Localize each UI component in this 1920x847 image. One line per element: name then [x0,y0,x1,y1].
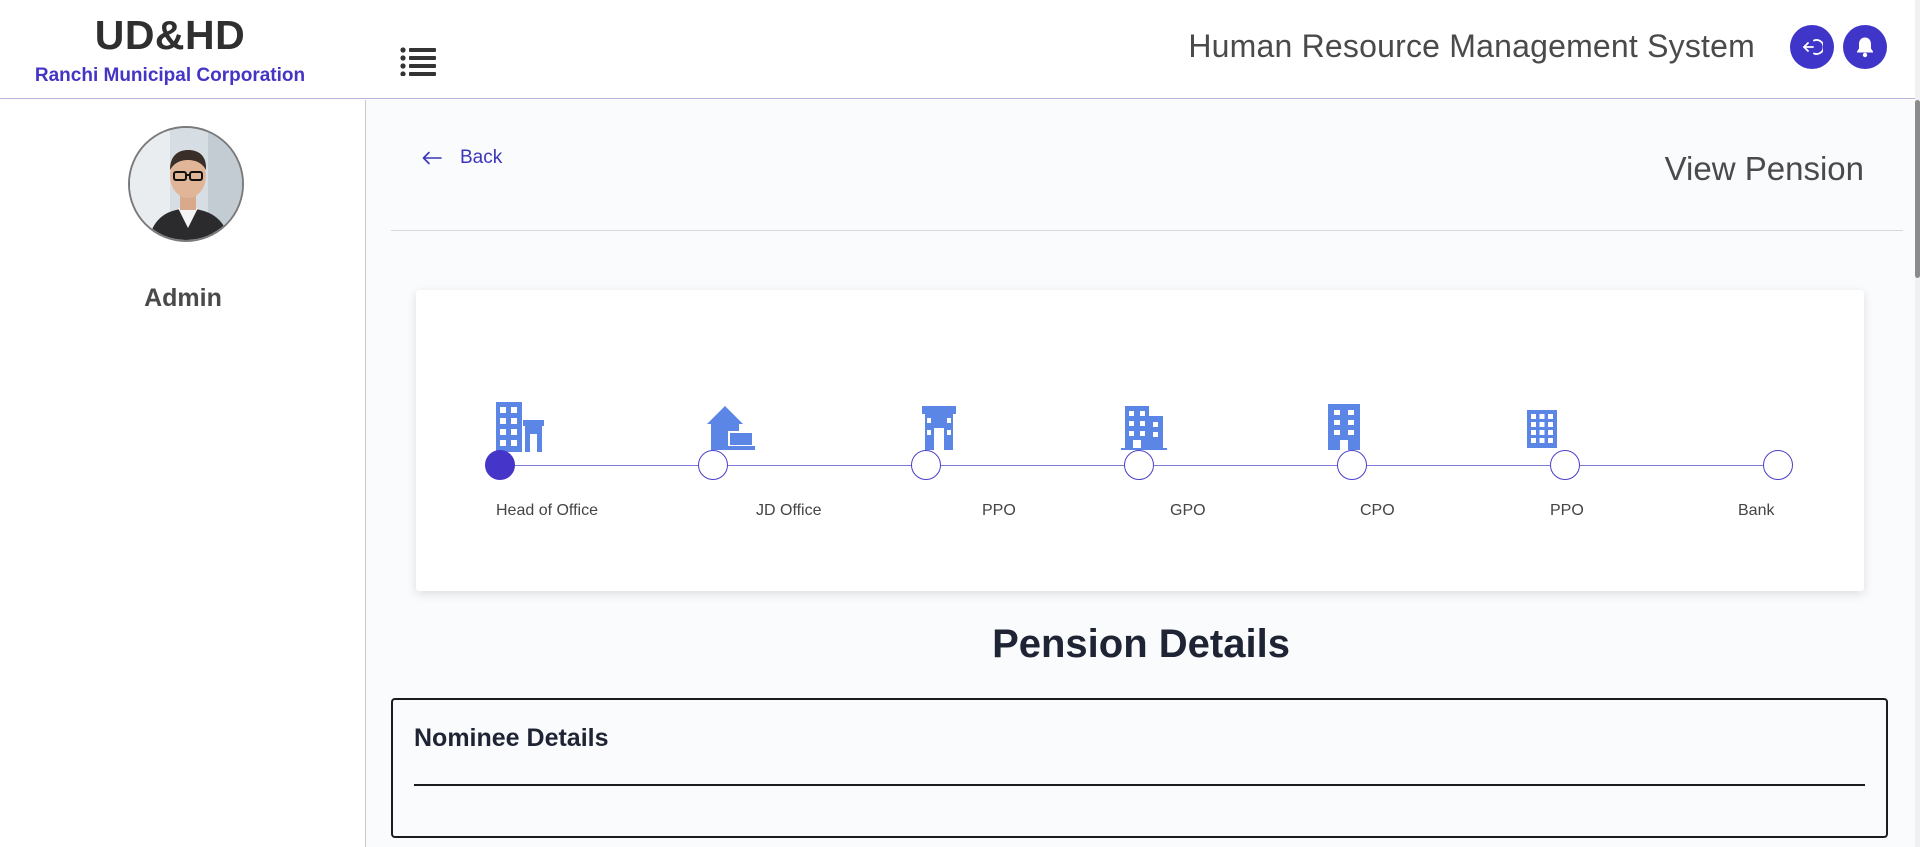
page-title: View Pension [1664,150,1864,187]
nominee-divider [414,784,1865,786]
bell-icon [1857,37,1873,58]
top-header: UD&HD Ranchi Municipal Corporation Human… [0,0,1915,99]
back-label: Back [460,147,503,168]
avatar-photo [130,128,242,240]
brand-subtitle: Ranchi Municipal Corporation [34,65,306,86]
tall-building-icon [1328,404,1360,450]
office-building-icon [496,402,544,452]
step-label-cpo: CPO [1360,502,1395,519]
step-label-head-of-office: Head of Office [496,502,598,519]
menu-toggle-button[interactable] [400,46,436,77]
brand: UD&HD Ranchi Municipal Corporation [0,12,340,87]
pension-status-stepper: Head of Office JD Office PPO GPO CPO PPO… [416,290,1864,591]
step-dot-ppo-2[interactable] [1550,450,1580,480]
main-content: Back View Pension Head of Office JD Offi… [367,100,1915,847]
step-dot-bank[interactable] [1763,450,1793,480]
list-icon [400,47,436,77]
step-label-gpo: GPO [1170,502,1206,519]
home-work-icon [707,406,755,450]
logout-icon [1803,39,1823,55]
app-title: Human Resource Management System [1188,28,1755,64]
step-dot-jd-office[interactable] [698,450,728,480]
notification-button[interactable] [1843,25,1887,69]
step-label-bank: Bank [1738,502,1775,519]
page-scrollbar[interactable] [1915,0,1920,847]
brand-title: UD&HD [94,12,246,58]
divider [391,230,1903,231]
user-name: Admin [144,284,222,312]
step-dot-cpo[interactable] [1337,450,1367,480]
logout-button[interactable] [1790,25,1834,69]
pension-details-heading: Pension Details [992,622,1290,666]
step-dot-head-of-office[interactable] [485,450,515,480]
nominee-details-title: Nominee Details [414,724,609,752]
step-label-jd-office: JD Office [756,502,822,519]
step-dot-ppo[interactable] [911,450,941,480]
step-label-ppo: PPO [982,502,1016,519]
back-button[interactable]: Back [422,147,502,169]
arrow-left-icon [422,151,442,165]
scrollbar-thumb[interactable] [1915,100,1920,278]
user-avatar[interactable] [128,126,244,242]
sidebar: Admin [0,100,366,847]
step-label-ppo-2: PPO [1550,502,1584,519]
gate-building-icon [922,406,956,450]
nominee-details-section: Nominee Details [391,698,1888,838]
step-dot-gpo[interactable] [1124,450,1154,480]
apartment-icon [1121,406,1167,450]
grid-building-icon [1527,410,1557,448]
